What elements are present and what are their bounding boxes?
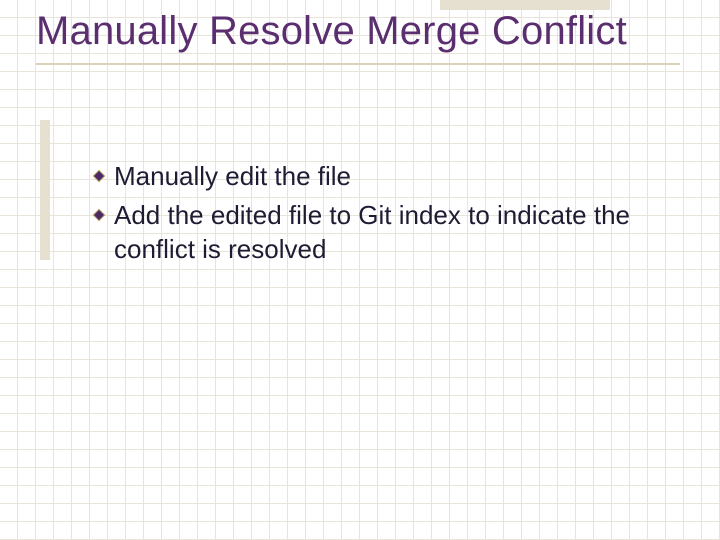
- title-block: Manually Resolve Merge Conflict: [36, 8, 680, 65]
- bullet-list: Manually edit the file Add the edited fi…: [92, 160, 660, 272]
- diamond-bullet-icon: [92, 169, 106, 183]
- title-underline: [36, 63, 680, 65]
- list-item-text: Add the edited file to Git index to indi…: [114, 199, 660, 266]
- accent-bar-left: [40, 120, 50, 260]
- diamond-bullet-icon: [92, 208, 106, 222]
- slide-title: Manually Resolve Merge Conflict: [36, 8, 680, 55]
- list-item: Add the edited file to Git index to indi…: [92, 199, 660, 266]
- list-item-text: Manually edit the file: [114, 160, 351, 193]
- list-item: Manually edit the file: [92, 160, 660, 193]
